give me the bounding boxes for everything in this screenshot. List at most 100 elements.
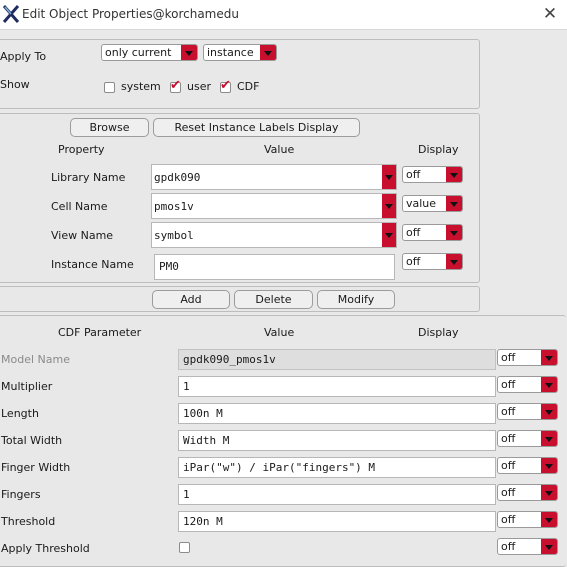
finger-width-display-select[interactable]: off — [497, 457, 558, 474]
cell-name-combo[interactable]: pmos1v — [151, 193, 397, 219]
apply-threshold-display-select[interactable]: off — [497, 538, 558, 555]
chevron-down-icon — [541, 377, 557, 392]
apply-scope-value: instance — [207, 46, 254, 59]
library-display-value: off — [406, 168, 421, 181]
finger-width-label: Finger Width — [1, 461, 71, 474]
apply-to-select[interactable]: only current — [101, 44, 198, 61]
cdf-panel: CDF Parameter Value Display Model Name g… — [0, 315, 566, 567]
chevron-down-icon — [541, 350, 557, 365]
length-input[interactable]: 100n M — [178, 403, 496, 424]
length-display-select[interactable]: off — [497, 403, 558, 420]
library-name-label: Library Name — [51, 171, 126, 184]
fingers-label: Fingers — [1, 488, 41, 501]
chevron-down-icon — [446, 254, 462, 269]
total-width-label: Total Width — [1, 434, 63, 447]
multiplier-display-select[interactable]: off — [497, 376, 558, 393]
chevron-down-icon — [541, 404, 557, 419]
value-header: Value — [264, 143, 295, 156]
check-icon: ✔ — [170, 78, 181, 93]
cdf-display-header: Display — [418, 326, 459, 339]
check-icon: ✔ — [220, 78, 231, 93]
threshold-display-select[interactable]: off — [497, 511, 558, 528]
threshold-input[interactable]: 120n M — [178, 511, 496, 532]
cell-name-value: pmos1v — [154, 200, 194, 213]
total-width-input[interactable]: Width M — [178, 430, 496, 451]
library-name-value: gpdk090 — [154, 171, 201, 184]
cdf-value-header: Value — [264, 326, 295, 339]
apply-to-value: only current — [105, 46, 172, 59]
threshold-label: Threshold — [1, 515, 56, 528]
model-name-label: Model Name — [1, 353, 70, 366]
display-header: Display — [418, 143, 459, 156]
window-title: Edit Object Properties@korchamedu — [22, 7, 239, 21]
length-label: Length — [1, 407, 39, 420]
chevron-down-icon — [541, 512, 557, 527]
modify-button[interactable]: Modify — [317, 290, 395, 309]
chevron-down-icon — [541, 458, 557, 473]
fingers-display-value: off — [501, 486, 516, 499]
cell-display-value: value — [406, 197, 437, 210]
instance-name-label: Instance Name — [51, 258, 134, 271]
multiplier-display-value: off — [501, 378, 516, 391]
apply-threshold-display-value: off — [501, 540, 516, 553]
cell-name-label: Cell Name — [51, 200, 108, 213]
show-cdf-checkbox[interactable]: ✔ — [220, 78, 231, 93]
cdf-parameter-header: CDF Parameter — [58, 326, 142, 339]
chevron-down-icon — [382, 194, 396, 218]
show-user-checkbox[interactable]: ✔ — [170, 78, 181, 93]
library-display-select[interactable]: off — [402, 166, 463, 183]
total-width-display-value: off — [501, 432, 516, 445]
show-system-label: system — [121, 80, 161, 93]
instance-display-value: off — [406, 255, 421, 268]
title-bar: Edit Object Properties@korchamedu ✕ — [0, 0, 567, 30]
apply-scope-select[interactable]: instance — [203, 44, 277, 61]
delete-button[interactable]: Delete — [234, 290, 313, 309]
add-button[interactable]: Add — [152, 290, 230, 309]
chevron-down-icon — [260, 45, 276, 60]
property-header: Property — [58, 143, 105, 156]
model-display-value: off — [501, 351, 516, 364]
show-system-checkbox[interactable] — [104, 82, 115, 93]
finger-width-input[interactable]: iPar("w") / iPar("fingers") M — [178, 457, 496, 478]
chevron-down-icon — [446, 225, 462, 240]
close-icon[interactable]: ✕ — [539, 4, 561, 24]
multiplier-input[interactable]: 1 — [178, 376, 496, 397]
chevron-down-icon — [382, 223, 396, 247]
total-width-display-select[interactable]: off — [497, 430, 558, 447]
chevron-down-icon — [181, 45, 197, 60]
chevron-down-icon — [541, 431, 557, 446]
show-label: Show — [0, 78, 30, 91]
apply-to-label: Apply To — [0, 50, 47, 63]
instance-panel: Browse Reset Instance Labels Display Pro… — [0, 113, 480, 283]
view-display-select[interactable]: off — [402, 224, 463, 241]
view-display-value: off — [406, 226, 421, 239]
view-name-combo[interactable]: symbol — [151, 222, 397, 248]
apply-threshold-label: Apply Threshold — [1, 542, 90, 555]
app-x-icon — [3, 5, 19, 23]
browse-button[interactable]: Browse — [70, 118, 149, 137]
model-display-select[interactable]: off — [497, 349, 558, 366]
view-name-value: symbol — [154, 229, 194, 242]
cell-display-select[interactable]: value — [402, 195, 463, 212]
fingers-display-select[interactable]: off — [497, 484, 558, 501]
threshold-display-value: off — [501, 513, 516, 526]
model-name-field: gpdk090_pmos1v — [178, 349, 496, 370]
apply-panel: Apply To only current instance Show syst… — [0, 39, 480, 109]
chevron-down-icon — [541, 539, 557, 554]
library-name-combo[interactable]: gpdk090 — [151, 164, 397, 190]
length-display-value: off — [501, 405, 516, 418]
show-cdf-label: CDF — [237, 80, 260, 93]
fingers-input[interactable]: 1 — [178, 484, 496, 505]
show-user-label: user — [187, 80, 211, 93]
chevron-down-icon — [541, 485, 557, 500]
instance-display-select[interactable]: off — [402, 253, 463, 270]
instance-name-input[interactable]: PM0 — [154, 254, 395, 280]
reset-labels-button[interactable]: Reset Instance Labels Display — [153, 118, 360, 137]
multiplier-label: Multiplier — [1, 380, 53, 393]
apply-threshold-checkbox[interactable] — [179, 542, 190, 553]
finger-width-display-value: off — [501, 459, 516, 472]
view-name-label: View Name — [51, 229, 114, 242]
action-panel: Add Delete Modify — [0, 286, 480, 312]
chevron-down-icon — [446, 196, 462, 211]
chevron-down-icon — [446, 167, 462, 182]
